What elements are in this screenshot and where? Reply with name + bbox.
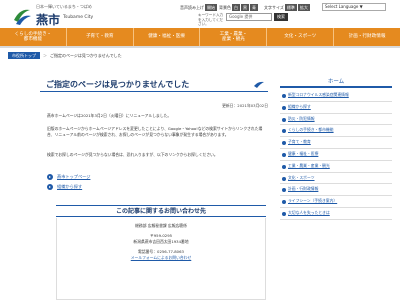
bullet-icon xyxy=(282,176,286,181)
sidebar-title[interactable]: ホーム xyxy=(280,78,392,88)
arrow-right-icon xyxy=(47,184,53,190)
page-title-text: ご指定のページは見つかりませんでした xyxy=(46,80,190,89)
sidebar-item-industry[interactable]: 工業・農業・産業・観光 xyxy=(280,161,392,173)
bullet-icon xyxy=(282,164,286,169)
breadcrumb-current: ご指定のページは見つかりませんでした xyxy=(50,52,122,58)
search-input[interactable]: Google 提供 xyxy=(226,13,272,21)
top-page-link-label: 燕市トップページ xyxy=(57,174,91,179)
nav-item-living[interactable]: くらしの手続き・ 都市機能 xyxy=(0,28,67,46)
audio-tool: 音声読み上げ 開始 xyxy=(180,4,217,11)
site-logo-roman: Tsubame City xyxy=(63,15,94,20)
font-size-tool: 文字サイズ 標準 拡大 xyxy=(264,4,310,11)
sidebar-item-label: くらしの手続き・都市機能 xyxy=(288,127,334,133)
sidebar-item-label: ライフシーン（手続き案内） xyxy=(288,198,338,204)
sidebar-item-disaster[interactable]: 防災・防犯情報 xyxy=(280,114,392,126)
site-tagline: 日本一輝いているまち・つばめ xyxy=(36,4,92,9)
bullet-icon xyxy=(282,211,286,216)
bullet-icon xyxy=(282,117,286,122)
sidebar-item-label: 工業・農業・産業・観光 xyxy=(288,162,330,168)
sidebar-item-label: 文化・スポーツ xyxy=(288,174,315,180)
bullet-icon xyxy=(282,141,286,146)
font-standard-button[interactable]: 標準 xyxy=(284,4,297,11)
sidebar-item-covid[interactable]: 新型コロナウイルス感染症関連情報 xyxy=(280,90,392,102)
nav-item-industry[interactable]: 工業・農業・ 産業・観光 xyxy=(200,28,268,46)
header-divider xyxy=(0,46,400,48)
sidebar-item-bereavement[interactable]: 大切な人を失ったときは xyxy=(280,208,392,220)
org-search-link[interactable]: 組織から探す xyxy=(47,182,90,192)
nav-item-culture[interactable]: 文化・スポーツ xyxy=(267,28,335,46)
org-search-link-label: 組織から探す xyxy=(57,184,83,189)
bullet-icon xyxy=(282,200,286,205)
site-logo-text[interactable]: 燕市 xyxy=(36,11,60,28)
font-size-label: 文字サイズ xyxy=(264,5,284,10)
nav-item-childcare[interactable]: 子育て・教育 xyxy=(67,28,134,46)
nav-item-planning[interactable]: 計画・行財政情報 xyxy=(334,28,400,46)
sidebar-item-label: 防災・防犯情報 xyxy=(288,115,315,121)
bird-icon xyxy=(254,81,264,88)
bullet-icon xyxy=(282,129,286,134)
arrow-right-icon xyxy=(47,174,53,180)
background-color-tool: 背景色白黒青 xyxy=(219,4,258,11)
bullet-icon xyxy=(282,152,286,157)
sidebar-item-label: 大切な人を失ったときは xyxy=(288,209,330,215)
sidebar-item-label: 計画・行財政情報 xyxy=(288,186,319,192)
language-select[interactable]: Select Language ▼ xyxy=(322,3,386,11)
sidebar-item-living[interactable]: くらしの手続き・都市機能 xyxy=(280,125,392,138)
contact-box: 総務部 広報秘書課 広報広聴係 〒959-0295 新潟県燕市吉田西太田1934… xyxy=(56,218,266,300)
background-color-label: 背景色 xyxy=(219,5,231,10)
sidebar-list: 新型コロナウイルス感染症関連情報 組織から探す 防災・防犯情報 くらしの手続き・… xyxy=(280,90,392,220)
bg-black-button[interactable]: 黒 xyxy=(241,4,249,11)
global-nav: くらしの手続き・ 都市機能 子育て・教育 健康・福祉・医療 工業・農業・ 産業・… xyxy=(0,28,400,46)
breadcrumb-separator: ＞ xyxy=(43,52,47,58)
guidance-paragraph: 検索でお探しのページが見つからない場合は、恐れ入りますが、以下のリンクからお探し… xyxy=(47,152,218,157)
sidebar-item-culture[interactable]: 文化・スポーツ xyxy=(280,173,392,185)
nav-item-health[interactable]: 健康・福祉・医療 xyxy=(134,28,201,46)
contact-mail-link[interactable]: メールフォームによるお問い合わせ xyxy=(57,255,265,262)
sidebar-item-label: 健康・福祉・医療 xyxy=(288,150,319,156)
sidebar-item-lifescene[interactable]: ライフシーン（手続き案内） xyxy=(280,196,392,208)
recovery-links: 燕市トップページ 組織から探す xyxy=(47,172,90,192)
breadcrumb: 市役所トップ ＞ ご指定のページは見つかりませんでした xyxy=(8,51,122,60)
breadcrumb-home-link[interactable]: 市役所トップ xyxy=(8,52,40,59)
sidebar-item-planning[interactable]: 計画・行財政情報 xyxy=(280,184,392,197)
top-page-link[interactable]: 燕市トップページ xyxy=(47,172,90,182)
font-enlarge-button[interactable]: 拡大 xyxy=(297,4,310,11)
sidebar-item-label: 新型コロナウイルス感染症関連情報 xyxy=(288,92,349,97)
page-title: ご指定のページは見つかりませんでした xyxy=(40,78,268,92)
sidebar-item-label: 子育て・教育 xyxy=(288,139,311,145)
bg-blue-button[interactable]: 青 xyxy=(250,4,258,11)
updated-date: 更新日：2021年03月02日 xyxy=(222,103,268,108)
city-logo-icon[interactable] xyxy=(12,6,32,26)
bullet-icon xyxy=(282,188,286,193)
audio-start-button[interactable]: 開始 xyxy=(205,4,217,11)
contact-heading: この記事に関するお問い合わせ先 xyxy=(56,205,266,217)
intro-paragraph: 燕市ホームページは2021年3月2日（火曜日）にリニューアルしました。 xyxy=(47,113,172,118)
sidebar-item-health[interactable]: 健康・福祉・医療 xyxy=(280,149,392,161)
search-button[interactable]: 検索 xyxy=(274,13,288,21)
keyword-label: キーワード入力を入力してください。 xyxy=(198,13,224,26)
audio-label: 音声読み上げ xyxy=(180,5,204,10)
bullet-icon xyxy=(282,105,286,110)
explanation-paragraph: 旧版のホームページからホームページアドレスを変更したことにより、Google・Y… xyxy=(47,126,263,137)
bullet-icon xyxy=(282,94,286,98)
sidebar-item-organization[interactable]: 組織から探す xyxy=(280,102,392,114)
bg-white-button[interactable]: 白 xyxy=(232,4,240,11)
sidebar-item-label: 組織から探す xyxy=(288,103,311,109)
sidebar-item-childcare[interactable]: 子育て・教育 xyxy=(280,137,392,149)
